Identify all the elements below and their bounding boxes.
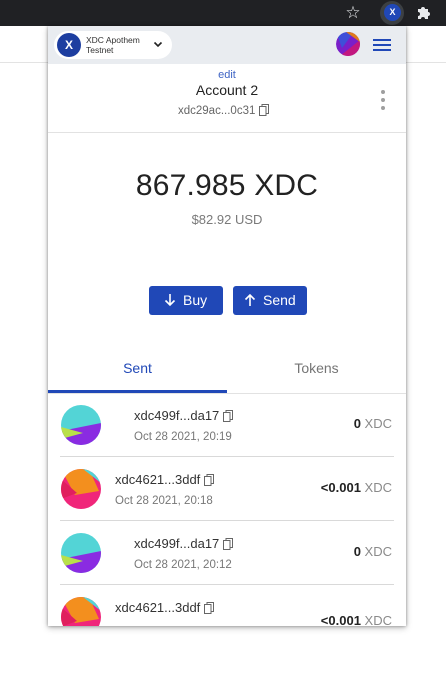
network-selector[interactable]: X XDC Apothem Testnet [54,31,172,59]
tab-sent[interactable]: Sent [48,346,227,393]
app-header: X XDC Apothem Testnet [48,26,406,64]
transaction-row[interactable]: xdc4621...3ddf <0.001 XDC [48,585,406,626]
account-address[interactable]: xdc29ac...0c31 [178,104,270,117]
wallet-popup: X XDC Apothem Testnet edit Account 2 xdc… [48,26,406,626]
copy-icon[interactable] [259,104,270,116]
xdc-extension-icon[interactable]: X [384,4,401,21]
tab-tokens[interactable]: Tokens [227,346,406,393]
network-label: XDC Apothem Testnet [86,35,140,55]
transaction-amount: <0.001 XDC [320,613,392,626]
account-details: edit Account 2 xdc29ac...0c31 [48,64,406,133]
copy-icon[interactable] [204,602,215,614]
transaction-row[interactable]: xdc4621...3ddf Oct 28 2021, 20:18 <0.001… [48,457,406,521]
copy-icon[interactable] [223,538,234,550]
account-avatar[interactable] [336,32,360,56]
account-address-text: xdc29ac...0c31 [178,105,256,117]
copy-icon[interactable] [204,474,215,486]
star-icon[interactable]: ☆ [343,3,363,23]
edit-account-link[interactable]: edit [48,69,406,81]
copy-icon[interactable] [223,410,234,422]
balance-amount: 867.985 XDC [135,169,319,202]
transaction-address: xdc499f...da17 [134,536,234,551]
send-button-label: Send [263,292,296,308]
transaction-date: Oct 28 2021, 20:18 [115,495,213,507]
recipient-avatar [61,597,101,626]
transaction-amount: 0 XDC [353,544,392,559]
transaction-address: xdc499f...da17 [134,408,234,423]
transaction-address: xdc4621...3ddf [115,600,215,615]
transaction-amount: <0.001 XDC [320,480,392,495]
recipient-avatar [61,533,101,573]
activity-tabs: Sent Tokens [48,346,406,394]
browser-toolbar: ☆ X [0,0,446,26]
chevron-down-icon [153,41,163,48]
account-name: Account 2 [195,82,259,98]
transaction-amount: 0 XDC [353,416,392,431]
transaction-date: Oct 28 2021, 20:19 [134,431,232,443]
send-button[interactable]: Send [233,286,307,315]
recipient-avatar [61,405,101,445]
transaction-date: Oct 28 2021, 20:12 [134,559,232,571]
buy-button[interactable]: Buy [149,286,223,315]
account-options-icon[interactable] [378,88,388,116]
arrow-up-icon [244,293,256,306]
xdc-network-logo: X [57,33,81,57]
arrow-down-icon [164,294,176,307]
balance-fiat: $82.92 USD [191,212,263,227]
hamburger-menu-icon[interactable] [372,37,392,53]
transaction-row[interactable]: xdc499f...da17 Oct 28 2021, 20:19 0 XDC [48,393,406,457]
transaction-address: xdc4621...3ddf [115,472,215,487]
puzzle-icon[interactable] [414,3,434,23]
buy-button-label: Buy [183,292,208,308]
recipient-avatar [61,469,101,509]
transaction-row[interactable]: xdc499f...da17 Oct 28 2021, 20:12 0 XDC [48,521,406,585]
